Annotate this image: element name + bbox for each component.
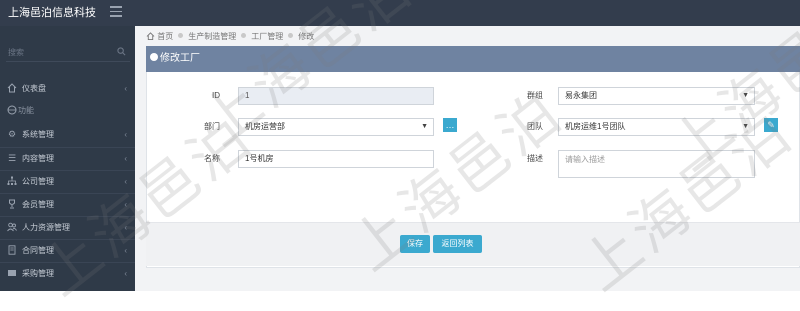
dept-select[interactable]: 机房运营部 ▼ [238, 118, 434, 136]
globe-icon [7, 105, 17, 115]
desc-label: 描述 [527, 154, 543, 163]
name-label: 名称 [204, 154, 220, 163]
sidebar-section-functions: 功能 [0, 100, 135, 122]
add-dept-button[interactable]: … [443, 118, 457, 132]
caret-down-icon: ▼ [421, 123, 428, 130]
trophy-icon [9, 199, 15, 209]
home-icon [146, 32, 155, 40]
dept-label: 部门 [204, 122, 220, 131]
panel-title: 修改工厂 [150, 52, 200, 66]
sidebar-item-company[interactable]: 公司管理 ‹ [0, 170, 135, 192]
users-icon [7, 222, 17, 232]
sidebar-item-purchasing[interactable]: 采购管理 ‹ [0, 262, 135, 284]
edit-icon [150, 53, 158, 61]
sidebar-item-label: 合同管理 [22, 246, 54, 255]
back-to-list-button[interactable]: 返回列表 [433, 235, 482, 253]
home-icon [7, 83, 17, 93]
add-team-button[interactable]: ✎ [764, 118, 778, 132]
team-select-value: 机房运维1号团队 [565, 122, 626, 131]
more-icon: … [445, 120, 455, 130]
sidebar-item-label: 公司管理 [22, 177, 54, 186]
dept-select-value: 机房运营部 [245, 122, 285, 131]
sitemap-icon [7, 176, 17, 185]
breadcrumb-separator [288, 33, 294, 38]
brand-title: 上海邑泊信息科技 [8, 7, 96, 19]
caret-down-icon: ▼ [742, 123, 749, 130]
chevron-left-icon: ‹ [124, 154, 127, 163]
list-icon: ☰ [7, 153, 17, 163]
gears-icon: ⚙ [7, 129, 17, 139]
menu-toggle-icon[interactable] [110, 6, 122, 18]
contract-icon [8, 245, 16, 255]
breadcrumb-link-factory[interactable]: 工厂管理 [251, 32, 283, 41]
id-label: ID [212, 91, 220, 100]
sidebar-item-system[interactable]: ⚙ 系统管理 ‹ [0, 124, 135, 146]
sidebar-item-members[interactable]: 会员管理 ‹ [0, 193, 135, 215]
breadcrumb-link-manufacturing[interactable]: 生产制造管理 [188, 32, 236, 41]
chevron-left-icon: ‹ [124, 223, 127, 232]
chevron-left-icon: ‹ [124, 269, 127, 278]
id-field: 1 [238, 87, 434, 105]
sidebar-item-label: 人力资源管理 [22, 223, 70, 232]
sidebar-item-contracts[interactable]: 合同管理 ‹ [0, 239, 135, 261]
sidebar-item-dashboard[interactable]: 仪表盘 ‹ [0, 78, 135, 100]
sidebar-item-label: 系统管理 [22, 130, 54, 139]
desc-textarea[interactable]: 请输入描述 [558, 150, 755, 178]
breadcrumb-current: 修改 [298, 32, 315, 41]
cart-icon [8, 270, 16, 276]
team-select[interactable]: 机房运维1号团队 ▼ [558, 118, 755, 136]
group-select-value: 易永集团 [565, 91, 597, 100]
group-label: 群组 [527, 91, 543, 100]
group-select[interactable]: 易永集团 ▼ [558, 87, 755, 105]
chevron-left-icon: ‹ [124, 200, 127, 209]
breadcrumb-separator [178, 33, 184, 38]
sidebar-section-label: 功能 [18, 106, 34, 115]
sidebar-item-label: 仪表盘 [22, 84, 46, 93]
sidebar-item-label: 采购管理 [22, 269, 54, 278]
sidebar: 搜索 仪表盘 ‹ 功能 ⚙ 系统管理 ‹ ☰ 内容管理 ‹ 公司管理 ‹ 会员管… [0, 26, 135, 291]
team-label: 团队 [527, 122, 543, 131]
sidebar-search[interactable]: 搜索 [6, 44, 130, 62]
name-input[interactable]: 1号机房 [238, 150, 434, 168]
search-input[interactable]: 搜索 [8, 47, 24, 58]
breadcrumb-home-link[interactable]: 首页 [157, 32, 173, 41]
chevron-left-icon: ‹ [124, 246, 127, 255]
sidebar-item-content[interactable]: ☰ 内容管理 ‹ [0, 147, 135, 169]
panel-title-text: 修改工厂 [160, 53, 200, 64]
sidebar-item-hr[interactable]: 人力资源管理 ‹ [0, 216, 135, 238]
sidebar-item-label: 内容管理 [22, 154, 54, 163]
sidebar-item-label: 会员管理 [22, 200, 54, 209]
panel-header [146, 46, 800, 72]
chevron-left-icon: ‹ [124, 130, 127, 139]
breadcrumb-separator [241, 33, 247, 38]
breadcrumb: 首页 生产制造管理 工厂管理 修改 [146, 31, 314, 42]
caret-down-icon: ▼ [742, 92, 749, 99]
chevron-left-icon: ‹ [124, 177, 127, 186]
top-bar: 上海邑泊信息科技 [0, 0, 800, 26]
save-button[interactable]: 保存 [400, 235, 430, 253]
edit-icon: ✎ [767, 120, 775, 130]
chevron-left-icon: ‹ [124, 84, 127, 93]
search-icon[interactable] [117, 47, 126, 56]
